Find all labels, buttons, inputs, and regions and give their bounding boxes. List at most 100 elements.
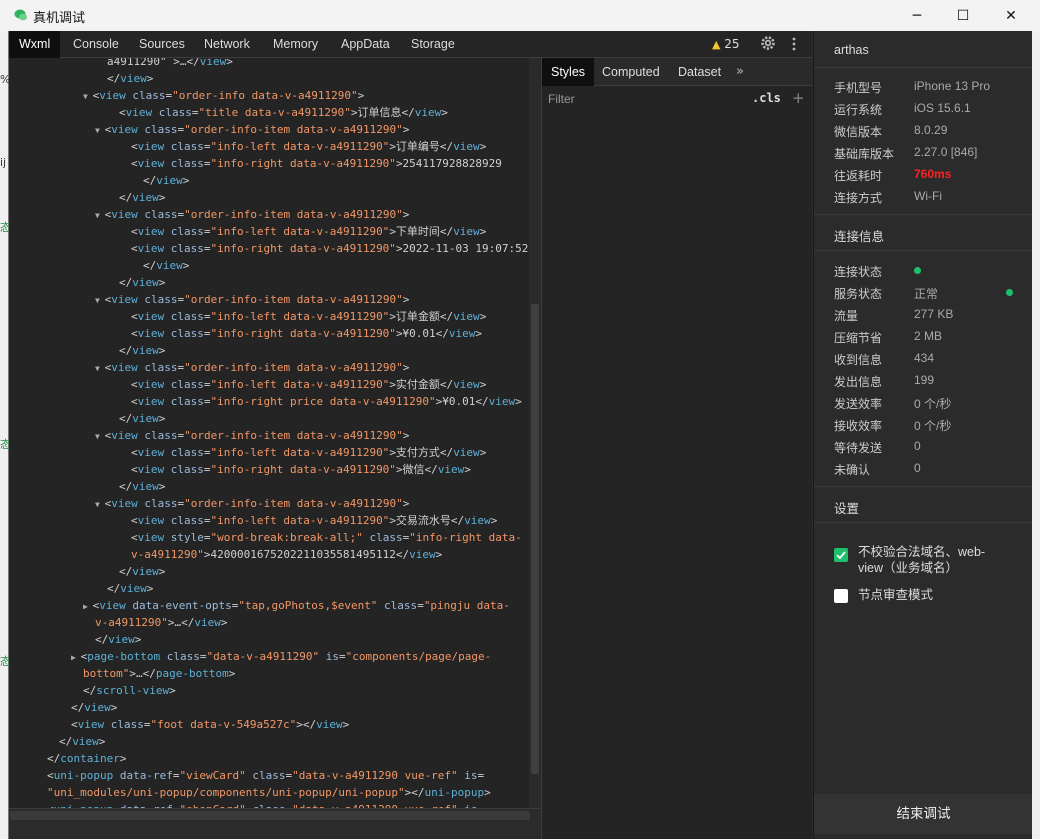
maximize-button[interactable]: ☐ [940, 0, 986, 31]
wxml-node-line[interactable]: <view class="info-right data-v-a4911290"… [131, 242, 528, 256]
wxml-node-line[interactable]: </view> [119, 412, 165, 426]
wxml-node-line[interactable]: ▼ <view class="order-info-item data-v-a4… [95, 293, 409, 308]
styles-filter-input[interactable] [548, 90, 738, 108]
wxml-node-line[interactable]: "uni_modules/uni-popup/components/uni-po… [47, 786, 491, 800]
wxml-node-line[interactable]: v-a4911290">4200001675202211035581495112… [131, 548, 442, 562]
scrollbar-thumb[interactable] [531, 304, 539, 774]
expand-down-icon[interactable]: ▼ [95, 211, 105, 220]
skip-domain-check-label[interactable]: 不校验合法域名、web-view（业务域名） [858, 544, 1008, 576]
wxml-token: view [448, 327, 476, 340]
wxml-token: class [164, 157, 204, 170]
wxml-token: page-bottom [155, 667, 229, 680]
wxml-node-line[interactable]: <view class="info-left data-v-a4911290">… [131, 140, 486, 154]
wxml-token: = [203, 140, 211, 153]
wxml-node-line[interactable]: bottom">…</page-bottom> [83, 667, 235, 681]
expand-down-icon[interactable]: ▼ [95, 432, 105, 441]
wxml-node-line[interactable]: <view class="info-right data-v-a4911290"… [131, 463, 471, 477]
warning-icon: ▲ [712, 38, 721, 51]
expand-down-icon[interactable]: ▼ [95, 126, 105, 135]
wxml-node-line[interactable]: <view class="info-right data-v-a4911290"… [131, 157, 502, 171]
wxml-vertical-scrollbar[interactable] [529, 58, 541, 808]
wxml-node-line[interactable]: ▶ <view data-event-opts="tap,goPhotos,$e… [83, 599, 510, 614]
wxml-node-line[interactable]: <view class="info-left data-v-a4911290">… [131, 310, 486, 324]
expand-down-icon[interactable]: ▼ [95, 500, 105, 509]
close-button[interactable]: ✕ [988, 0, 1034, 31]
wxml-node-line[interactable]: </view> [59, 735, 105, 749]
wxml-node-line[interactable]: </view> [119, 565, 165, 579]
wxml-node-line[interactable]: <view class="title data-v-a4911290">订单信息… [119, 106, 448, 120]
wxml-tree[interactable]: a4911290" >…</view> </view> ▼ <view class=… [9, 58, 529, 808]
wxml-node-line[interactable]: </scroll-view> [83, 684, 176, 698]
tab-console[interactable]: Console [73, 31, 119, 58]
wxml-node-line[interactable]: <view class="info-right data-v-a4911290"… [131, 327, 482, 341]
expand-down-icon[interactable]: ▼ [83, 92, 93, 101]
node-inspect-checkbox[interactable] [834, 589, 848, 603]
wxml-node-line[interactable]: ▼ <view class="order-info-item data-v-a4… [95, 361, 409, 376]
wxml-token: >…</ [129, 667, 156, 680]
wxml-node-line[interactable]: v-a4911290">…</view> [95, 616, 227, 630]
wxml-node-line[interactable]: </view> [143, 174, 189, 188]
wxml-node-line[interactable]: </view> [119, 276, 165, 290]
tab-network[interactable]: Network [204, 31, 250, 58]
wxml-node-line[interactable]: ▼ <view class="order-info-item data-v-a4… [95, 429, 409, 444]
wxml-node-line[interactable]: ▶ <page-bottom class="data-v-a4911290" i… [71, 650, 491, 665]
kebab-icon[interactable] [791, 36, 797, 52]
wxml-node-line[interactable]: <view class="info-left data-v-a4911290">… [131, 446, 486, 460]
tab-memory[interactable]: Memory [273, 31, 318, 58]
wxml-node-line[interactable]: ▼ <view class="order-info-item data-v-a4… [95, 497, 409, 512]
tab-sources[interactable]: Sources [139, 31, 185, 58]
wxml-node-line[interactable]: </view> [119, 191, 165, 205]
wxml-node-line[interactable]: <view class="info-left data-v-a4911290">… [131, 514, 497, 528]
wxml-node-line[interactable]: <view style="word-break:break-all;" clas… [131, 531, 522, 545]
collapsed-right-icon[interactable]: ▶ [83, 602, 93, 611]
skip-domain-check-checkbox[interactable] [834, 548, 848, 562]
tab-styles[interactable]: Styles [542, 58, 595, 86]
cls-button[interactable]: .cls [752, 91, 781, 105]
tab-storage[interactable]: Storage [411, 31, 455, 58]
minimize-button[interactable]: ─ [894, 0, 940, 31]
wxml-node-line[interactable]: <view class="info-left data-v-a4911290">… [131, 378, 486, 392]
wxml-node-line[interactable]: </view> [107, 582, 153, 596]
expand-down-icon[interactable]: ▼ [95, 296, 105, 305]
wxml-token: > [402, 208, 410, 221]
wxml-token: > [158, 276, 166, 289]
wxml-node-line[interactable]: </view> [143, 259, 189, 273]
end-debug-button[interactable]: 结束调试 [814, 794, 1033, 834]
wxml-node-line[interactable]: </view> [119, 344, 165, 358]
wxml-node-line[interactable]: ▼ <view class="order-info data-v-a491129… [83, 89, 364, 104]
expand-down-icon[interactable]: ▼ [95, 364, 105, 373]
wxml-node-line[interactable]: </view> [119, 480, 165, 494]
wxml-node-line[interactable]: <view class="info-left data-v-a4911290">… [131, 225, 486, 239]
wxml-token: = [203, 395, 211, 408]
wxml-token: >254117928828929 [395, 157, 502, 170]
node-inspect-label[interactable]: 节点审查模式 [858, 587, 1008, 603]
wxml-node-line[interactable]: <uni-popup data-ref="viewCard" class="da… [47, 769, 484, 783]
wxml-horizontal-scrollbar[interactable] [10, 811, 530, 820]
gear-icon[interactable] [760, 35, 776, 51]
tab-appdata[interactable]: AppData [341, 31, 390, 58]
tab-dataset[interactable]: Dataset [678, 58, 721, 86]
wxml-node-line[interactable]: <view class="info-right price data-v-a49… [131, 395, 522, 409]
wxml-node-line[interactable]: </view> [107, 72, 153, 86]
add-rule-button[interactable]: + [792, 89, 805, 107]
wxml-token: > [158, 191, 166, 204]
tab-wxml[interactable]: Wxml [9, 31, 61, 58]
wxml-token: class [137, 208, 178, 221]
wxml-node-line[interactable]: </view> [71, 701, 117, 715]
wxml-node-line[interactable]: ▼ <view class="order-info-item data-v-a4… [95, 123, 409, 138]
wxml-token: view [199, 58, 227, 68]
wxml-token: view [437, 463, 465, 476]
more-tabs-icon[interactable]: » [736, 64, 748, 79]
wxml-token: "data-v-a4911290" [206, 650, 320, 663]
wxml-node-line[interactable]: a4911290" >…</view> [107, 58, 233, 69]
wxml-token: view [132, 276, 159, 289]
wxml-node-line[interactable]: </view> [95, 633, 141, 647]
warning-counter[interactable]: ▲ 25 [712, 31, 740, 58]
wxml-node-line[interactable]: </container> [47, 752, 126, 766]
collapsed-right-icon[interactable]: ▶ [71, 653, 81, 662]
wxml-token: ></ [404, 786, 425, 799]
info-key: 基础库版本 [834, 147, 895, 161]
tab-computed[interactable]: Computed [602, 58, 660, 86]
wxml-node-line[interactable]: <view class="foot data-v-549a527c"></vie… [71, 718, 349, 732]
wxml-node-line[interactable]: ▼ <view class="order-info-item data-v-a4… [95, 208, 410, 223]
